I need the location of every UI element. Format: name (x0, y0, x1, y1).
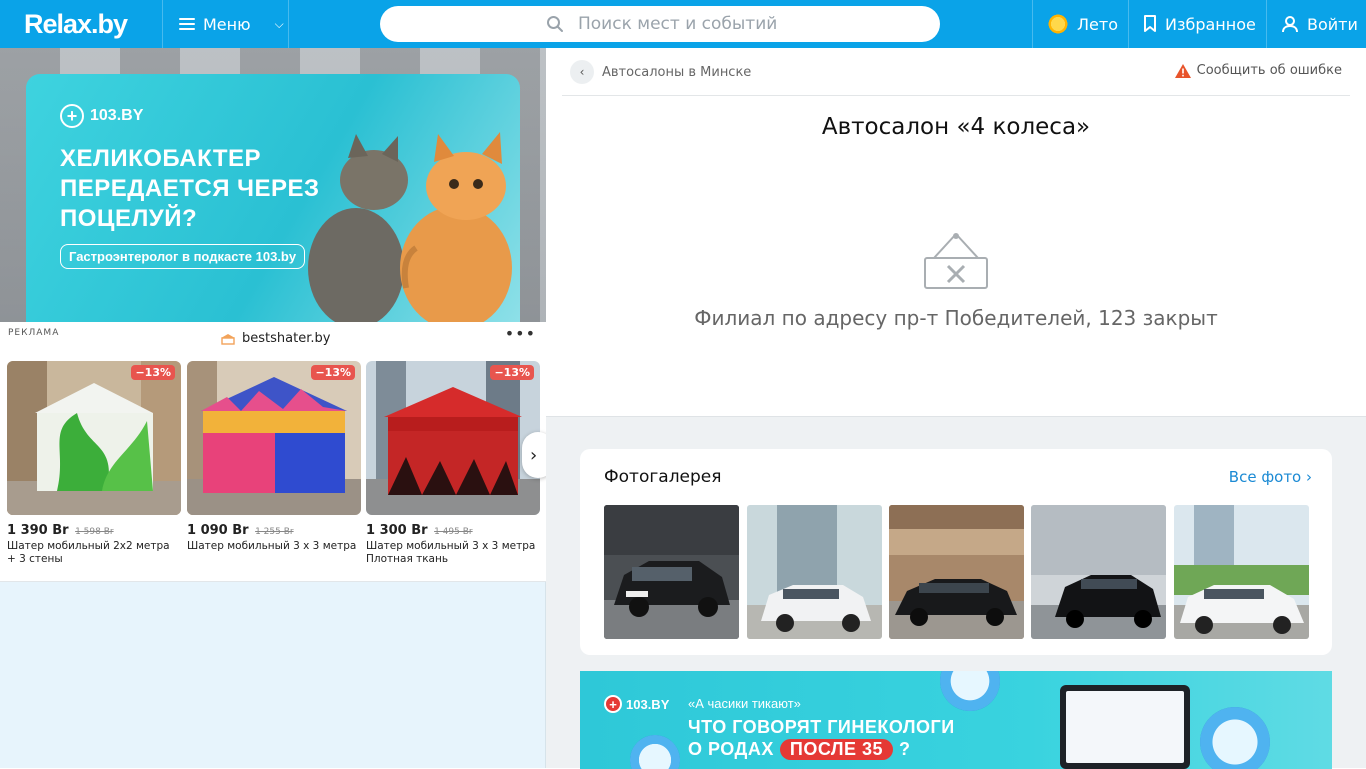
promo-brand[interactable]: bestshater.by (220, 331, 330, 346)
branch-closed-text: Филиал по адресу пр-т Победителей, 123 з… (694, 306, 1218, 330)
ad-banner-103by[interactable]: + 103.BY ХЕЛИКОБАКТЕР ПЕРЕДАЕТСЯ ЧЕРЕЗ П… (0, 48, 546, 322)
tent-red-image (366, 361, 540, 515)
site-logo[interactable]: Relax.by (24, 9, 128, 40)
search-input[interactable] (578, 12, 908, 36)
page-title: Автосалон «4 колеса» (821, 114, 1091, 140)
ad-card[interactable]: + 103.BY ХЕЛИКОБАКТЕР ПЕРЕДАЕТСЯ ЧЕРЕЗ П… (26, 74, 520, 322)
login-label: Войти (1307, 14, 1358, 34)
left-sidebar: + 103.BY ХЕЛИКОБАКТЕР ПЕРЕДАЕТСЯ ЧЕРЕЗ П… (0, 48, 554, 768)
promo-block: РЕКЛАМА bestshater.by ••• −13% 1 390 Br … (0, 322, 554, 582)
breadcrumb-link[interactable]: Автосалоны в Минске (602, 65, 751, 80)
top-header: Relax.by Меню ⌵ Лето Избранное Войти (0, 0, 1366, 48)
discount-badge: −13% (311, 365, 355, 380)
breadcrumb[interactable]: ‹ Автосалоны в Минске (570, 60, 751, 84)
chevron-right-icon: › (530, 444, 538, 466)
cats-illustration (308, 132, 512, 322)
product-image[interactable]: −13% (366, 361, 540, 515)
old-price: 1 255 Br (255, 527, 294, 537)
menu-button[interactable]: Меню ⌵ (162, 0, 289, 48)
old-price: 1 495 Br (434, 527, 473, 537)
back-arrow-icon[interactable]: ‹ (570, 60, 594, 84)
old-price: 1 598 Br (75, 527, 114, 537)
product-name: Шатер мобильный 3 х 3 метра (187, 540, 357, 552)
plus-icon: + (604, 695, 622, 713)
photo-black-bmw (1031, 505, 1166, 639)
closed-sign-icon (924, 233, 988, 289)
product-image[interactable]: −13% (187, 361, 361, 515)
report-error-link[interactable]: Сообщить об ошибке (1174, 63, 1342, 78)
ad-brand-label: 103.BY (90, 107, 144, 124)
warning-icon (1174, 63, 1191, 78)
sun-icon (1047, 13, 1069, 35)
search-icon (547, 16, 563, 32)
bookmark-icon (1144, 15, 1156, 32)
all-photos-link[interactable]: Все фото › (1229, 468, 1312, 486)
season-label: Лето (1077, 14, 1118, 34)
alarm-clock-icon (1200, 707, 1270, 769)
product-price: 1 390 Br 1 598 Br (7, 523, 114, 538)
season-button[interactable]: Лето (1032, 0, 1128, 48)
ad-brand: + 103.BY (604, 695, 669, 713)
plus-icon: + (60, 104, 84, 128)
ad-quote: «А часики тикают» (688, 696, 801, 711)
tent-icon (221, 333, 235, 345)
product-price: 1 300 Br 1 495 Br (366, 523, 473, 538)
ad-banner-bottom[interactable]: + 103.BY «А часики тикают» ЧТО ГОВОРЯТ Г… (580, 671, 1332, 769)
ad-pill: Гастроэнтеролог в подкасте 103.by (60, 244, 306, 269)
ad-label: РЕКЛАМА (8, 328, 60, 338)
ad-headline-line1: ЧТО ГОВОРЯТ ГИНЕКОЛОГИ (688, 717, 955, 737)
promo-brand-label: bestshater.by (242, 331, 331, 346)
product-price: 1 090 Br 1 255 Br (187, 523, 294, 538)
alarm-clock-icon (940, 671, 1000, 711)
photo-black-sedan (889, 505, 1024, 639)
product-card[interactable]: −13% 1 300 Br 1 495 Br Шатер мобильный 3… (366, 361, 540, 566)
photo-black-suv (604, 505, 739, 639)
ad-brand: + 103.BY (60, 104, 143, 128)
age-pill: ПОСЛЕ 35 (779, 739, 894, 760)
gallery-photo[interactable] (747, 505, 882, 639)
product-card[interactable]: −13% 1 090 Br 1 255 Br Шатер мобильный 3… (187, 361, 361, 553)
report-label: Сообщить об ошибке (1196, 63, 1342, 78)
product-card[interactable]: −13% 1 390 Br 1 598 Br Шатер мобильный 2… (7, 361, 181, 566)
favorites-label: Избранное (1165, 14, 1256, 34)
gallery-title: Фотогалерея (604, 467, 722, 487)
laptop-image (1060, 685, 1190, 769)
content-area: Фотогалерея Все фото › + 103.BY «А часик… (546, 416, 1366, 769)
discount-badge: −13% (131, 365, 175, 380)
divider (562, 95, 1350, 96)
ad-headline-line2: О РОДАХ ПОСЛЕ 35 ? (688, 739, 911, 760)
gallery-photo[interactable] (604, 505, 739, 639)
alarm-clock-icon (630, 735, 680, 769)
gallery-photo[interactable] (1174, 505, 1309, 639)
ad-brand-label: 103.BY (626, 696, 670, 712)
photo-white-suv (747, 505, 882, 639)
photo-gallery: Фотогалерея Все фото › (580, 449, 1332, 655)
menu-label: Меню (203, 14, 251, 34)
product-name: Шатер мобильный 2х2 метра + 3 стены (7, 540, 170, 565)
photo-white-bmw (1174, 505, 1309, 639)
product-name: Шатер мобильный 3 х 3 метра Плотная ткан… (366, 540, 536, 565)
search-bar[interactable] (380, 6, 940, 42)
favorites-button[interactable]: Избранное (1128, 0, 1266, 48)
tent-colorful-image (187, 361, 361, 515)
gallery-photo[interactable] (889, 505, 1024, 639)
user-icon (1282, 16, 1298, 33)
more-options-icon[interactable]: ••• (505, 324, 536, 343)
chevron-down-icon: ⌵ (274, 16, 284, 31)
tent-green-image (7, 361, 181, 515)
hamburger-icon (179, 18, 195, 30)
discount-badge: −13% (490, 365, 534, 380)
product-image[interactable]: −13% (7, 361, 181, 515)
login-button[interactable]: Войти (1266, 0, 1366, 48)
main-content: ‹ Автосалоны в Минске Сообщить об ошибке… (546, 48, 1366, 769)
gallery-photo[interactable] (1031, 505, 1166, 639)
